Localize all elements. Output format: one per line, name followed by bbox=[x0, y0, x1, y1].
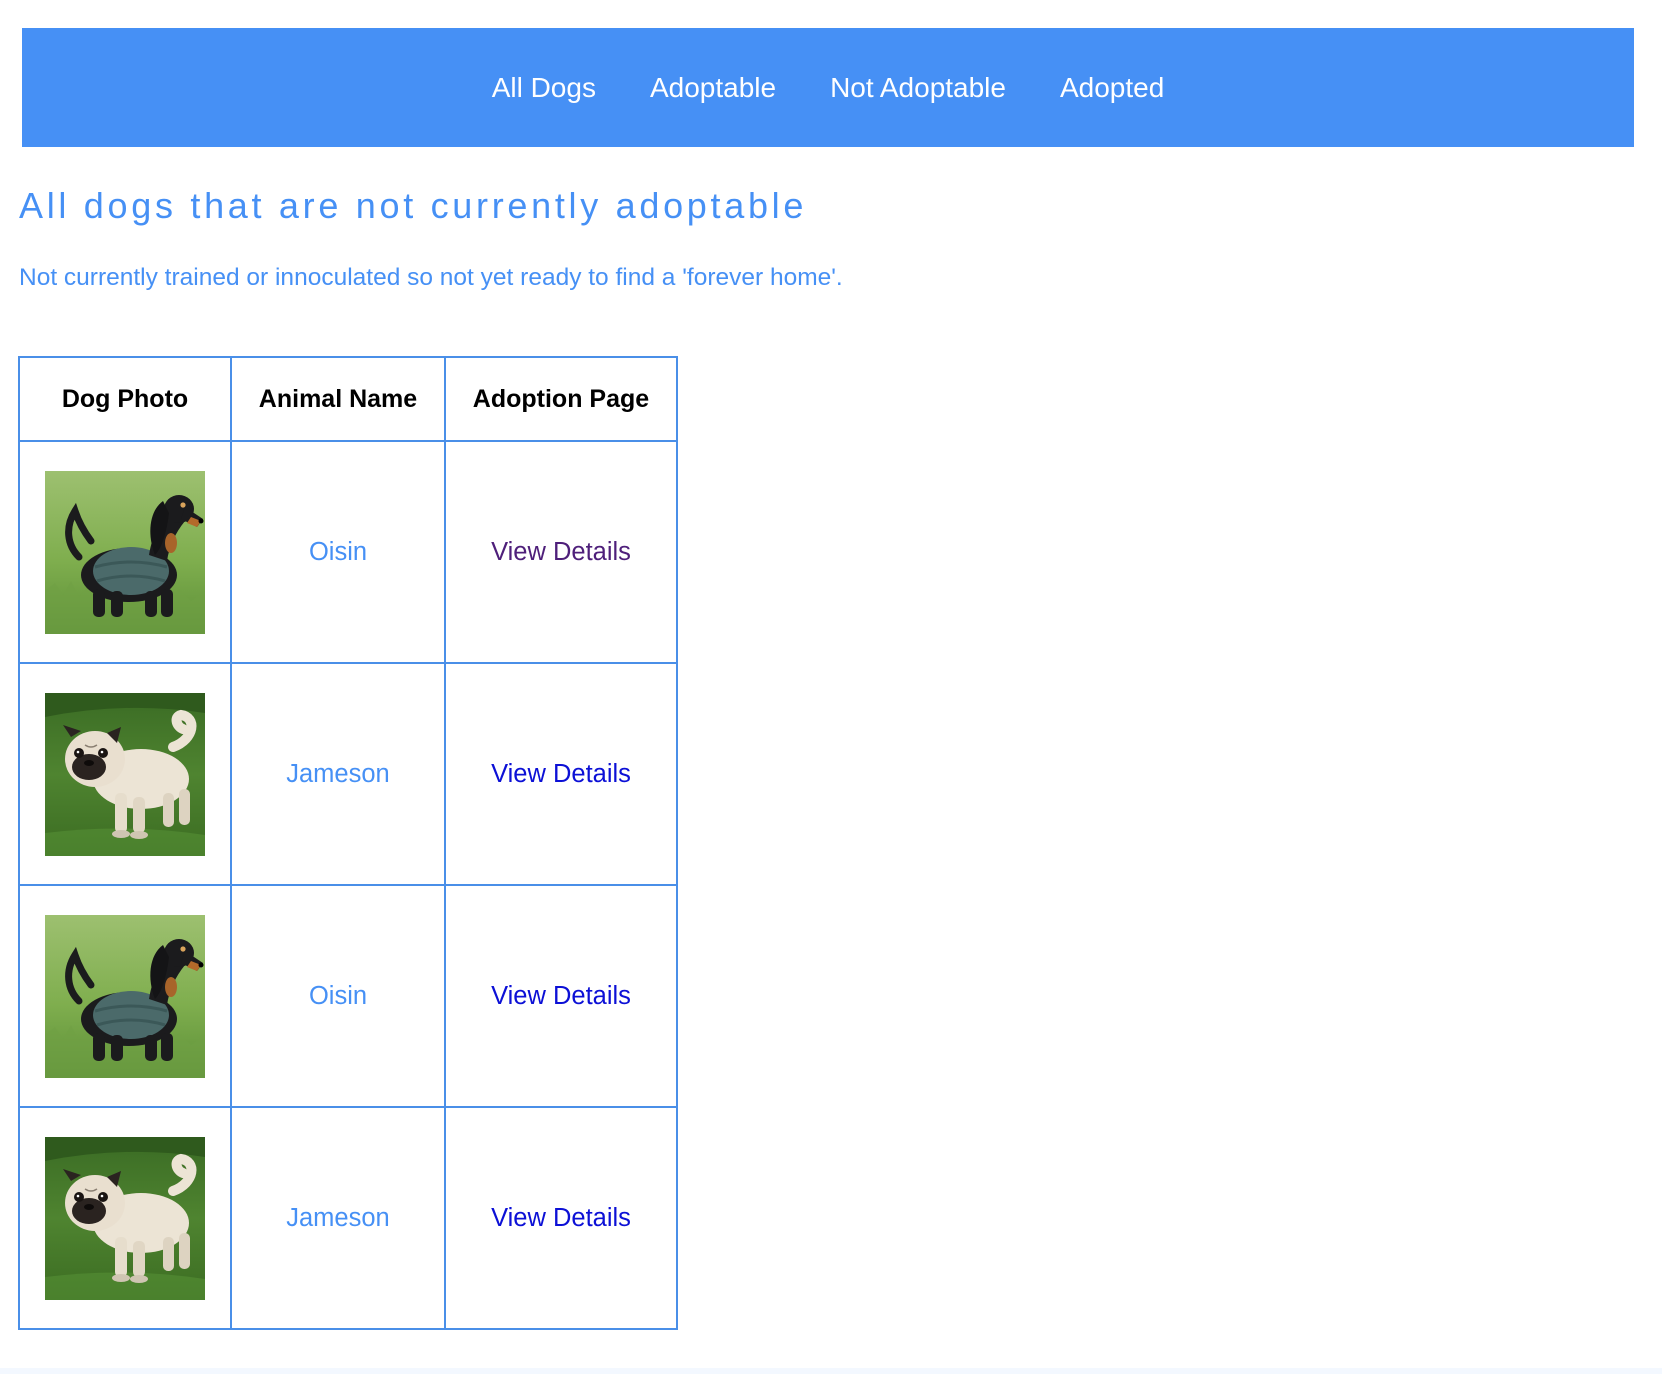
nav-link-adoptable[interactable]: Adoptable bbox=[650, 73, 776, 102]
column-header-animal-name: Animal Name bbox=[230, 356, 446, 442]
pug-photo bbox=[45, 1137, 205, 1300]
view-details-link[interactable]: View Details bbox=[491, 1204, 631, 1232]
page-subtitle: Not currently trained or innoculated so … bbox=[19, 264, 843, 291]
animal-name-cell: Oisin bbox=[230, 884, 446, 1108]
page-title: All dogs that are not currently adoptabl… bbox=[19, 185, 808, 226]
view-details-link[interactable]: View Details bbox=[491, 760, 631, 788]
animal-name-cell: Oisin bbox=[230, 440, 446, 664]
footer-strip bbox=[0, 1368, 1662, 1374]
dog-photo-cell bbox=[18, 440, 232, 664]
column-header-adoption-page: Adoption Page bbox=[444, 356, 678, 442]
dog-photo-cell bbox=[18, 884, 232, 1108]
dachshund-photo bbox=[45, 915, 205, 1078]
adoption-page-cell: View Details bbox=[444, 1106, 678, 1330]
animal-name-link[interactable]: Oisin bbox=[309, 982, 367, 1010]
nav-link-not-adoptable[interactable]: Not Adoptable bbox=[830, 73, 1006, 102]
top-nav-bar: All Dogs Adoptable Not Adoptable Adopted bbox=[22, 28, 1634, 147]
adoption-page-cell: View Details bbox=[444, 884, 678, 1108]
view-details-link[interactable]: View Details bbox=[491, 982, 631, 1010]
nav-link-adopted[interactable]: Adopted bbox=[1060, 73, 1164, 102]
table-row: Oisin View Details bbox=[18, 884, 678, 1108]
pug-photo bbox=[45, 693, 205, 856]
animal-name-link[interactable]: Jameson bbox=[286, 1204, 389, 1232]
animal-name-link[interactable]: Jameson bbox=[286, 760, 389, 788]
dog-photo-cell bbox=[18, 662, 232, 886]
adoption-page-cell: View Details bbox=[444, 440, 678, 664]
table-row: Jameson View Details bbox=[18, 662, 678, 886]
view-details-link[interactable]: View Details bbox=[491, 538, 631, 566]
animal-name-cell: Jameson bbox=[230, 662, 446, 886]
animal-name-cell: Jameson bbox=[230, 1106, 446, 1330]
column-header-dog-photo: Dog Photo bbox=[18, 356, 232, 442]
animal-name-link[interactable]: Oisin bbox=[309, 538, 367, 566]
dog-photo-cell bbox=[18, 1106, 232, 1330]
table-header-row: Dog Photo Animal Name Adoption Page bbox=[18, 356, 678, 442]
dogs-table: Dog Photo Animal Name Adoption Page Oisi… bbox=[18, 356, 678, 1330]
adoption-page-cell: View Details bbox=[444, 662, 678, 886]
dachshund-photo bbox=[45, 471, 205, 634]
table-row: Oisin View Details bbox=[18, 440, 678, 664]
table-row: Jameson View Details bbox=[18, 1106, 678, 1330]
nav-link-all-dogs[interactable]: All Dogs bbox=[492, 73, 596, 102]
